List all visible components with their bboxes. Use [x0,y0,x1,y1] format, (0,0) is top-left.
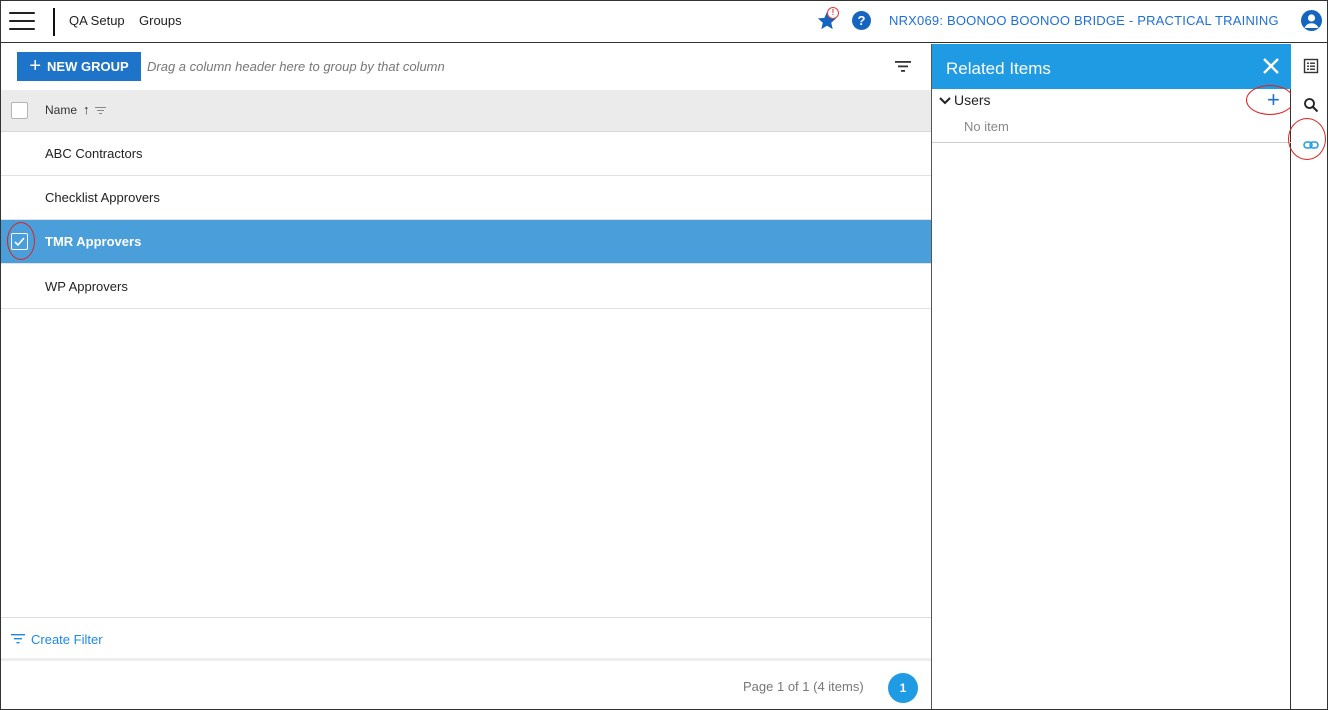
filter-icon[interactable] [11,633,25,644]
user-icon[interactable] [1301,10,1322,31]
related-items-panel: Related Items Users + No item [931,44,1294,709]
chevron-down-icon[interactable] [938,96,952,106]
page-info: Page 1 of 1 (4 items) [743,679,864,694]
table-row-selected[interactable]: TMR Approvers [1,220,931,264]
breadcrumb-qa-setup[interactable]: QA Setup [69,13,125,28]
main-area: + NEW GROUP Drag a column header here to… [1,44,931,709]
group-name: ABC Contractors [45,146,143,161]
new-group-button[interactable]: + NEW GROUP [17,52,141,81]
panel-title: Related Items [946,59,1051,78]
select-all-checkbox[interactable] [11,102,28,119]
new-group-label: NEW GROUP [47,59,129,74]
add-user-button[interactable]: + [1267,89,1280,111]
column-filter-icon[interactable] [95,106,106,115]
pager: Page 1 of 1 (4 items) 1 [1,664,931,709]
create-filter-link[interactable]: Create Filter [31,632,103,647]
right-icon-rail [1288,44,1327,709]
empty-state-text: No item [964,119,1009,134]
filter-bar: Create Filter [1,617,931,661]
group-name: TMR Approvers [45,234,142,249]
grid-toolbar: + NEW GROUP Drag a column header here to… [1,44,931,90]
grid-header: Name ↑ [1,90,931,132]
top-bar: QA Setup Groups ! ? NRX069: BOONOO BOONO… [1,1,1327,43]
group-name: WP Approvers [45,279,128,294]
project-link[interactable]: NRX069: BOONOO BOONOO BRIDGE - PRACTICAL… [889,13,1279,28]
app-window: QA Setup Groups ! ? NRX069: BOONOO BOONO… [0,0,1328,710]
table-row[interactable]: Checklist Approvers [1,176,931,220]
menu-icon[interactable] [9,12,35,32]
link-icon[interactable] [1303,137,1319,153]
group-panel-hint[interactable]: Drag a column header here to group by th… [147,59,445,74]
divider [53,8,55,36]
sort-ascending-icon[interactable]: ↑ [83,102,90,117]
breadcrumb-groups: Groups [139,13,182,28]
page-button-1[interactable]: 1 [888,673,918,703]
users-section-label[interactable]: Users [954,92,991,108]
help-icon[interactable]: ? [852,11,871,30]
group-name: Checklist Approvers [45,190,160,205]
filter-icon[interactable] [894,58,912,74]
column-header-name[interactable]: Name [45,103,77,117]
row-checkbox-checked[interactable] [11,233,28,250]
search-icon[interactable] [1303,97,1319,113]
plus-icon: + [29,54,42,77]
notification-badge: ! [827,7,839,19]
table-row[interactable]: WP Approvers [1,265,931,309]
check-icon [14,237,25,247]
list-icon[interactable] [1303,58,1319,74]
close-icon[interactable] [1262,57,1280,75]
panel-header: Related Items [932,44,1291,89]
table-row[interactable]: ABC Contractors [1,132,931,176]
users-section: Users + No item [932,89,1291,143]
